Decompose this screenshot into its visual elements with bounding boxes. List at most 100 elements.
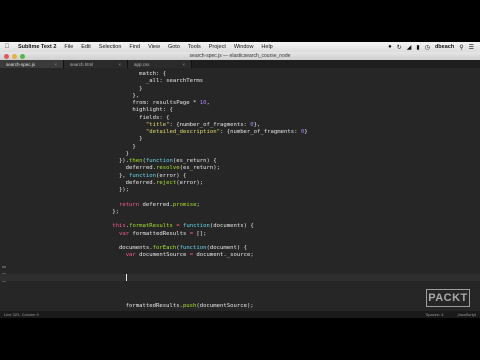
code-token: highlight: { bbox=[92, 107, 173, 114]
code-token: (es_return) { bbox=[172, 158, 217, 164]
close-tab-icon[interactable]: × bbox=[54, 62, 57, 67]
code-line[interactable]: match: { bbox=[92, 71, 472, 78]
code-line[interactable]: formattedResults.push(documentSource); bbox=[92, 303, 472, 310]
menu-file[interactable]: File bbox=[60, 44, 77, 50]
code-token: deferred. bbox=[92, 165, 156, 172]
code-text[interactable]: match: { _all: searchTerms } }, from: re… bbox=[92, 71, 472, 310]
code-token: (error); bbox=[176, 179, 204, 186]
code-token: formattedResults. bbox=[92, 303, 183, 309]
code-token: (error) { bbox=[156, 172, 187, 179]
close-tab-icon[interactable]: × bbox=[118, 62, 121, 67]
sync-icon[interactable]: ↻ bbox=[397, 44, 402, 51]
code-line[interactable] bbox=[92, 260, 472, 267]
wifi-icon[interactable]: ◢ bbox=[407, 44, 412, 51]
menu-bar:  Sublime Text 2 File Edit Selection Fin… bbox=[0, 42, 480, 52]
code-line[interactable]: documents.forEach(function(document) { bbox=[92, 245, 472, 252]
menu-tools[interactable]: Tools bbox=[184, 44, 205, 50]
cursor-position: Line 323, Column 9 bbox=[4, 312, 39, 317]
code-token: fields: { bbox=[92, 114, 170, 121]
code-editor[interactable]: match: { _all: searchTerms } }, from: re… bbox=[0, 68, 480, 311]
battery-icon[interactable]: ▮ bbox=[416, 44, 419, 51]
code-line[interactable]: }, bbox=[92, 93, 472, 100]
menu-view[interactable]: View bbox=[144, 44, 164, 50]
search-icon[interactable]: ⚲ bbox=[459, 44, 463, 51]
code-line[interactable] bbox=[92, 194, 472, 201]
code-token: promise bbox=[172, 201, 197, 208]
code-line[interactable] bbox=[92, 296, 472, 303]
menu-find[interactable]: Find bbox=[125, 44, 144, 50]
code-line[interactable]: deferred.reject(error); bbox=[92, 180, 472, 187]
code-line[interactable]: } bbox=[92, 151, 472, 158]
tab-search-spec[interactable]: search-spec.js × bbox=[0, 60, 64, 68]
menu-edit[interactable]: Edit bbox=[77, 44, 94, 50]
menu-selection[interactable]: Selection bbox=[95, 44, 126, 50]
text-caret bbox=[125, 274, 127, 281]
menu-goto[interactable]: Goto bbox=[164, 44, 184, 50]
code-line[interactable]: }); bbox=[92, 187, 472, 194]
code-token: } bbox=[304, 129, 308, 135]
minimize-window-button[interactable] bbox=[12, 53, 17, 59]
code-line[interactable] bbox=[92, 267, 472, 274]
code-line[interactable] bbox=[92, 216, 472, 223]
code-line[interactable]: return deferred.promise; bbox=[92, 202, 472, 209]
code-token: (documentSource); bbox=[196, 303, 254, 309]
code-line[interactable]: var documentSource = document._source; bbox=[92, 252, 472, 259]
code-line[interactable]: _all: searchTerms bbox=[92, 78, 472, 85]
code-token: formattedResults bbox=[129, 230, 190, 237]
menu-app-name[interactable]: Sublime Text 2 bbox=[14, 44, 60, 50]
code-line[interactable]: from: resultsPage * 10, bbox=[92, 100, 472, 107]
code-line[interactable] bbox=[92, 274, 472, 281]
code-line[interactable]: "title": {number_of_fragments: 0}, bbox=[92, 122, 472, 129]
code-line[interactable]: }, function(error) { bbox=[92, 173, 472, 180]
code-token: this bbox=[112, 223, 126, 230]
packt-watermark: PACKT bbox=[426, 289, 470, 307]
code-line[interactable]: this.formatResults = function(documents)… bbox=[92, 223, 472, 230]
close-window-button[interactable] bbox=[4, 53, 9, 59]
menu-project[interactable]: Project bbox=[205, 44, 230, 50]
code-token: function bbox=[145, 158, 173, 164]
code-line[interactable]: } bbox=[92, 86, 472, 93]
code-line[interactable] bbox=[92, 238, 472, 245]
indentation-setting[interactable]: Spaces: 4 bbox=[426, 312, 444, 317]
clock-icon[interactable]: ◷ bbox=[425, 44, 430, 51]
code-line[interactable]: fields: { bbox=[92, 115, 472, 122]
code-token: []; bbox=[193, 230, 207, 237]
menu-help[interactable]: Help bbox=[257, 44, 276, 50]
user-name[interactable]: dbeach bbox=[435, 44, 454, 50]
letterbox-top bbox=[0, 0, 480, 42]
window-title: search-spec.js — elasticsearch_course_no… bbox=[189, 53, 291, 59]
fold-marker-icon[interactable] bbox=[2, 266, 6, 268]
code-line[interactable]: var formattedResults = []; bbox=[92, 231, 472, 238]
code-line[interactable]: "detailed_description": {number_of_fragm… bbox=[92, 129, 472, 136]
menu-window[interactable]: Window bbox=[230, 44, 258, 50]
list-icon[interactable]: ☰ bbox=[469, 44, 474, 51]
code-token: then bbox=[129, 158, 143, 164]
code-token: documentSource bbox=[135, 252, 190, 259]
code-line[interactable]: } bbox=[92, 136, 472, 143]
code-line[interactable]: highlight: { bbox=[92, 107, 472, 114]
code-token: (es_return); bbox=[179, 165, 220, 172]
code-line[interactable]: }).then(function(es_return) { bbox=[92, 158, 472, 165]
close-tab-icon[interactable]: × bbox=[182, 62, 185, 67]
maximize-window-button[interactable] bbox=[20, 53, 25, 59]
code-token: , bbox=[206, 100, 210, 106]
code-line[interactable]: } bbox=[92, 144, 472, 151]
notifications-icon[interactable]: ● bbox=[388, 44, 392, 50]
code-line[interactable] bbox=[92, 289, 472, 296]
syntax-mode[interactable]: JavaScript bbox=[457, 312, 476, 317]
status-bar: Line 323, Column 9 Spaces: 4 JavaScript bbox=[0, 311, 480, 318]
tab-app-css[interactable]: app.css × bbox=[128, 60, 192, 68]
apple-icon[interactable]:  bbox=[0, 44, 14, 50]
code-line[interactable] bbox=[92, 281, 472, 288]
tab-search-html[interactable]: search.html × bbox=[64, 60, 128, 68]
code-line[interactable]: }; bbox=[92, 209, 472, 216]
code-token: match: { bbox=[92, 71, 167, 77]
code-token: "detailed_description" bbox=[145, 129, 220, 135]
system-tray: ● ↻ ◢ ▮ ◷ dbeach ⚲ ☰ bbox=[388, 44, 480, 51]
code-token: }). bbox=[92, 158, 130, 164]
code-token: function bbox=[179, 245, 207, 251]
code-line[interactable]: deferred.resolve(es_return); bbox=[92, 165, 472, 172]
